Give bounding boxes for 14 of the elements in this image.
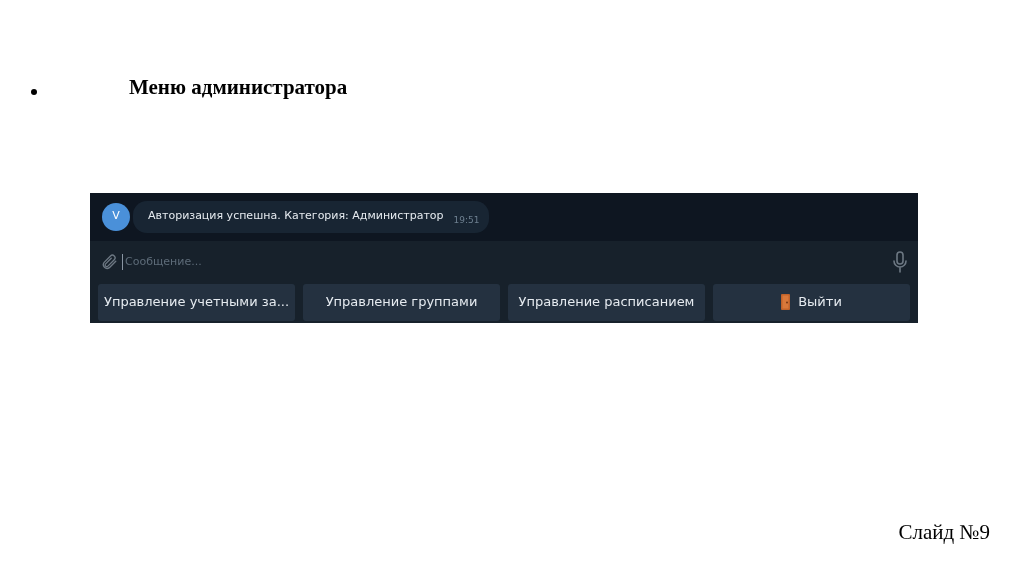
message-input[interactable]: Сообщение... bbox=[122, 254, 892, 270]
avatar: V bbox=[102, 202, 130, 231]
keyboard-button[interactable]: Управление группами bbox=[303, 283, 500, 321]
message-time: 19:51 bbox=[453, 213, 480, 227]
message-text: Авторизация успешна. Категория: Администратор bbox=[148, 208, 444, 225]
slide-title: Меню администратора bbox=[129, 74, 348, 101]
keyboard-button[interactable]: Управление учетными за... bbox=[98, 283, 295, 321]
keyboard-button[interactable]: Управление расписанием bbox=[508, 283, 705, 321]
keyboard-button[interactable]: Выйти bbox=[713, 283, 910, 321]
door-icon bbox=[781, 294, 791, 310]
slide-number: Слайд №9 bbox=[898, 518, 990, 546]
attach-icon[interactable] bbox=[100, 252, 118, 272]
bullet-icon bbox=[31, 88, 37, 95]
microphone-icon[interactable] bbox=[892, 251, 908, 273]
